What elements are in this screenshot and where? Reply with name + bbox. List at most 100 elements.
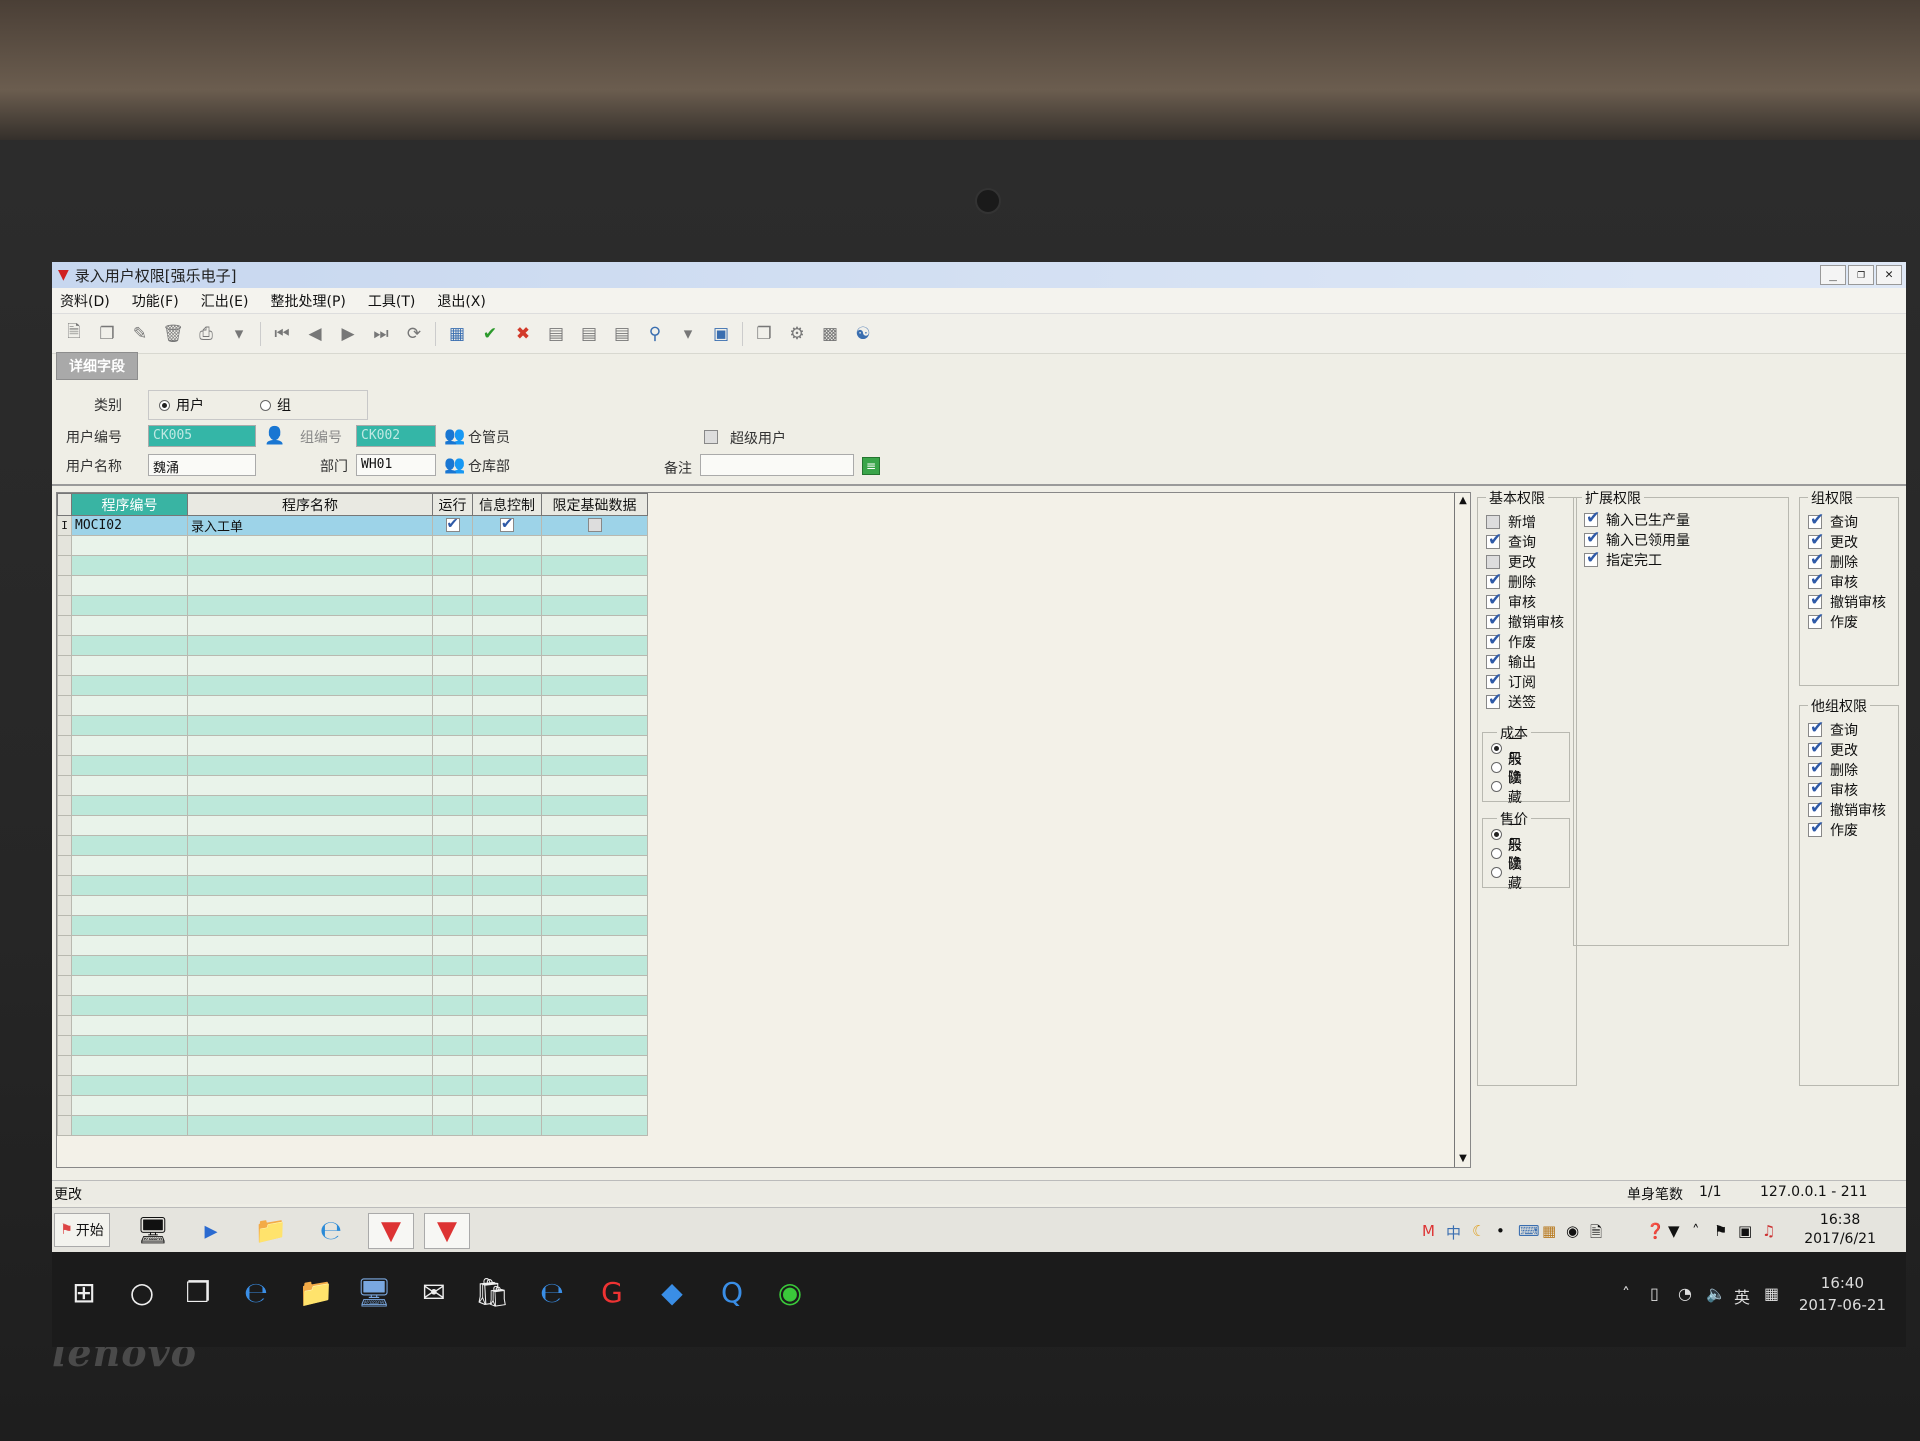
- ime-tray-icon[interactable]: 中: [1446, 1222, 1461, 1243]
- checkbox-icon[interactable]: [1808, 590, 1824, 610]
- cell-limit-basic-data[interactable]: [541, 975, 648, 996]
- table-row[interactable]: [57, 555, 648, 576]
- cell-limit-basic-data[interactable]: [541, 1095, 648, 1116]
- doc-tray-icon[interactable]: 🗎: [1590, 1222, 1602, 1247]
- cell-limit-basic-data[interactable]: [541, 835, 648, 856]
- cell-info-control[interactable]: [472, 895, 542, 916]
- dropdown-arrow-icon[interactable]: ▾: [676, 322, 700, 346]
- cell-program-name[interactable]: [187, 915, 433, 936]
- cell-info-control[interactable]: [472, 695, 542, 716]
- table-row[interactable]: [57, 975, 648, 996]
- cell-program-code[interactable]: [71, 775, 188, 796]
- table-row[interactable]: [57, 535, 648, 556]
- cell-limit-basic-data[interactable]: [541, 795, 648, 816]
- cell-run[interactable]: [432, 1055, 473, 1076]
- cell-limit-basic-data[interactable]: [541, 655, 648, 676]
- folder-icon[interactable]: 📁: [248, 1213, 294, 1249]
- cell-program-code[interactable]: [71, 735, 188, 756]
- menu-batch[interactable]: 整批处理(P): [270, 291, 345, 311]
- cell-limit-basic-data[interactable]: [541, 955, 648, 976]
- cell-program-code[interactable]: [71, 815, 188, 836]
- dept-lookup-icon[interactable]: 👥: [444, 455, 465, 475]
- cell-limit-basic-data[interactable]: [541, 555, 648, 576]
- group-perm-item[interactable]: 更改: [1808, 530, 1886, 552]
- users-icon[interactable]: ☯: [851, 322, 875, 346]
- system-clock[interactable]: 16:40 2017-06-21: [1799, 1272, 1886, 1316]
- cell-program-name[interactable]: [187, 735, 433, 756]
- other-group-perm-item[interactable]: 审核: [1808, 778, 1886, 800]
- cell-limit-basic-data[interactable]: [541, 715, 648, 736]
- cell-limit-basic-data[interactable]: [541, 855, 648, 876]
- computer-icon[interactable]: 🖥: [130, 1213, 176, 1249]
- cell-program-name[interactable]: [187, 1015, 433, 1036]
- cell-info-control[interactable]: [472, 915, 542, 936]
- refresh-icon[interactable]: ⟳: [402, 322, 426, 346]
- cell-program-name[interactable]: [187, 615, 433, 636]
- col-run[interactable]: 运行: [432, 493, 473, 516]
- cell-program-code[interactable]: [71, 995, 188, 1016]
- cell-run[interactable]: [432, 855, 473, 876]
- cell-program-name[interactable]: [187, 595, 433, 616]
- doc-list-icon[interactable]: ▤: [577, 322, 601, 346]
- red-app-icon[interactable]: G: [592, 1276, 632, 1309]
- powershell-icon[interactable]: ▸: [188, 1213, 234, 1249]
- table-row[interactable]: [57, 955, 648, 976]
- menu-exit[interactable]: 退出(X): [437, 291, 486, 311]
- cell-info-control[interactable]: [472, 575, 542, 596]
- col-program-code[interactable]: 程序编号: [71, 493, 188, 516]
- checkbox-icon[interactable]: [1486, 515, 1500, 529]
- col-program-name[interactable]: 程序名称: [187, 493, 433, 516]
- start-button[interactable]: ⚑ 开始: [54, 1213, 110, 1247]
- cell-program-name[interactable]: [187, 635, 433, 656]
- cell-info-control[interactable]: [472, 1095, 542, 1116]
- keyboard-tray-icon[interactable]: ⌨: [1518, 1222, 1540, 1240]
- basic-perm-item[interactable]: 撤销审核: [1486, 610, 1564, 632]
- network-tray-icon[interactable]: ◉: [1566, 1222, 1579, 1240]
- cell-program-code[interactable]: [71, 595, 188, 616]
- first-record-icon[interactable]: ⏮: [270, 322, 294, 346]
- other-group-perm-item[interactable]: 删除: [1808, 758, 1886, 780]
- cell-program-name[interactable]: [187, 875, 433, 896]
- ime-grid-icon[interactable]: ▦: [1764, 1284, 1779, 1303]
- cell-info-control[interactable]: [472, 1055, 542, 1076]
- checkbox-icon[interactable]: [1808, 610, 1824, 630]
- cell-limit-basic-data[interactable]: [541, 675, 648, 696]
- erp-app-icon-2[interactable]: ▼: [424, 1213, 470, 1249]
- checkbox-icon[interactable]: [1486, 650, 1502, 670]
- file-explorer-icon[interactable]: 📁: [296, 1276, 336, 1309]
- cell-run[interactable]: [432, 1035, 473, 1056]
- other-group-perm-item[interactable]: 查询: [1808, 718, 1886, 740]
- calendar-icon[interactable]: ▣: [709, 322, 733, 346]
- cell-run[interactable]: [432, 655, 473, 676]
- cell-program-name[interactable]: [187, 815, 433, 836]
- table-row[interactable]: [57, 935, 648, 956]
- cell-run[interactable]: [432, 1075, 473, 1096]
- checkbox-icon[interactable]: [1486, 670, 1502, 690]
- cell-program-code[interactable]: [71, 875, 188, 896]
- basic-perm-item[interactable]: 删除: [1486, 570, 1564, 592]
- checkbox-icon[interactable]: [1486, 570, 1502, 590]
- tab-detail-fields[interactable]: 详细字段: [56, 352, 138, 380]
- help-tray-icon[interactable]: ❓: [1646, 1222, 1665, 1240]
- table-row[interactable]: [57, 855, 648, 876]
- doc-edit-icon[interactable]: ▤: [610, 322, 634, 346]
- erp-app-icon[interactable]: ▼: [368, 1213, 414, 1249]
- cell-info-control[interactable]: [472, 1075, 542, 1096]
- basic-perm-item[interactable]: 更改: [1486, 552, 1564, 572]
- cell-info-control[interactable]: [472, 1035, 542, 1056]
- checkbox-icon[interactable]: [1486, 610, 1502, 630]
- table-row[interactable]: [57, 1055, 648, 1076]
- cell-info-control[interactable]: [472, 1115, 542, 1136]
- cell-program-code[interactable]: [71, 915, 188, 936]
- ext-perm-item[interactable]: 输入已领用量: [1584, 528, 1690, 550]
- cell-info-control[interactable]: [472, 755, 542, 776]
- cell-run[interactable]: [432, 955, 473, 976]
- table-row[interactable]: [57, 1075, 648, 1096]
- cell-limit-basic-data[interactable]: [541, 1055, 648, 1076]
- cell-program-name[interactable]: [187, 535, 433, 556]
- table-row[interactable]: [57, 575, 648, 596]
- group-lookup-icon[interactable]: 👥: [444, 426, 465, 446]
- cell-info-control[interactable]: [472, 635, 542, 656]
- basic-perm-item[interactable]: 作废: [1486, 630, 1564, 652]
- cell-program-name[interactable]: [187, 975, 433, 996]
